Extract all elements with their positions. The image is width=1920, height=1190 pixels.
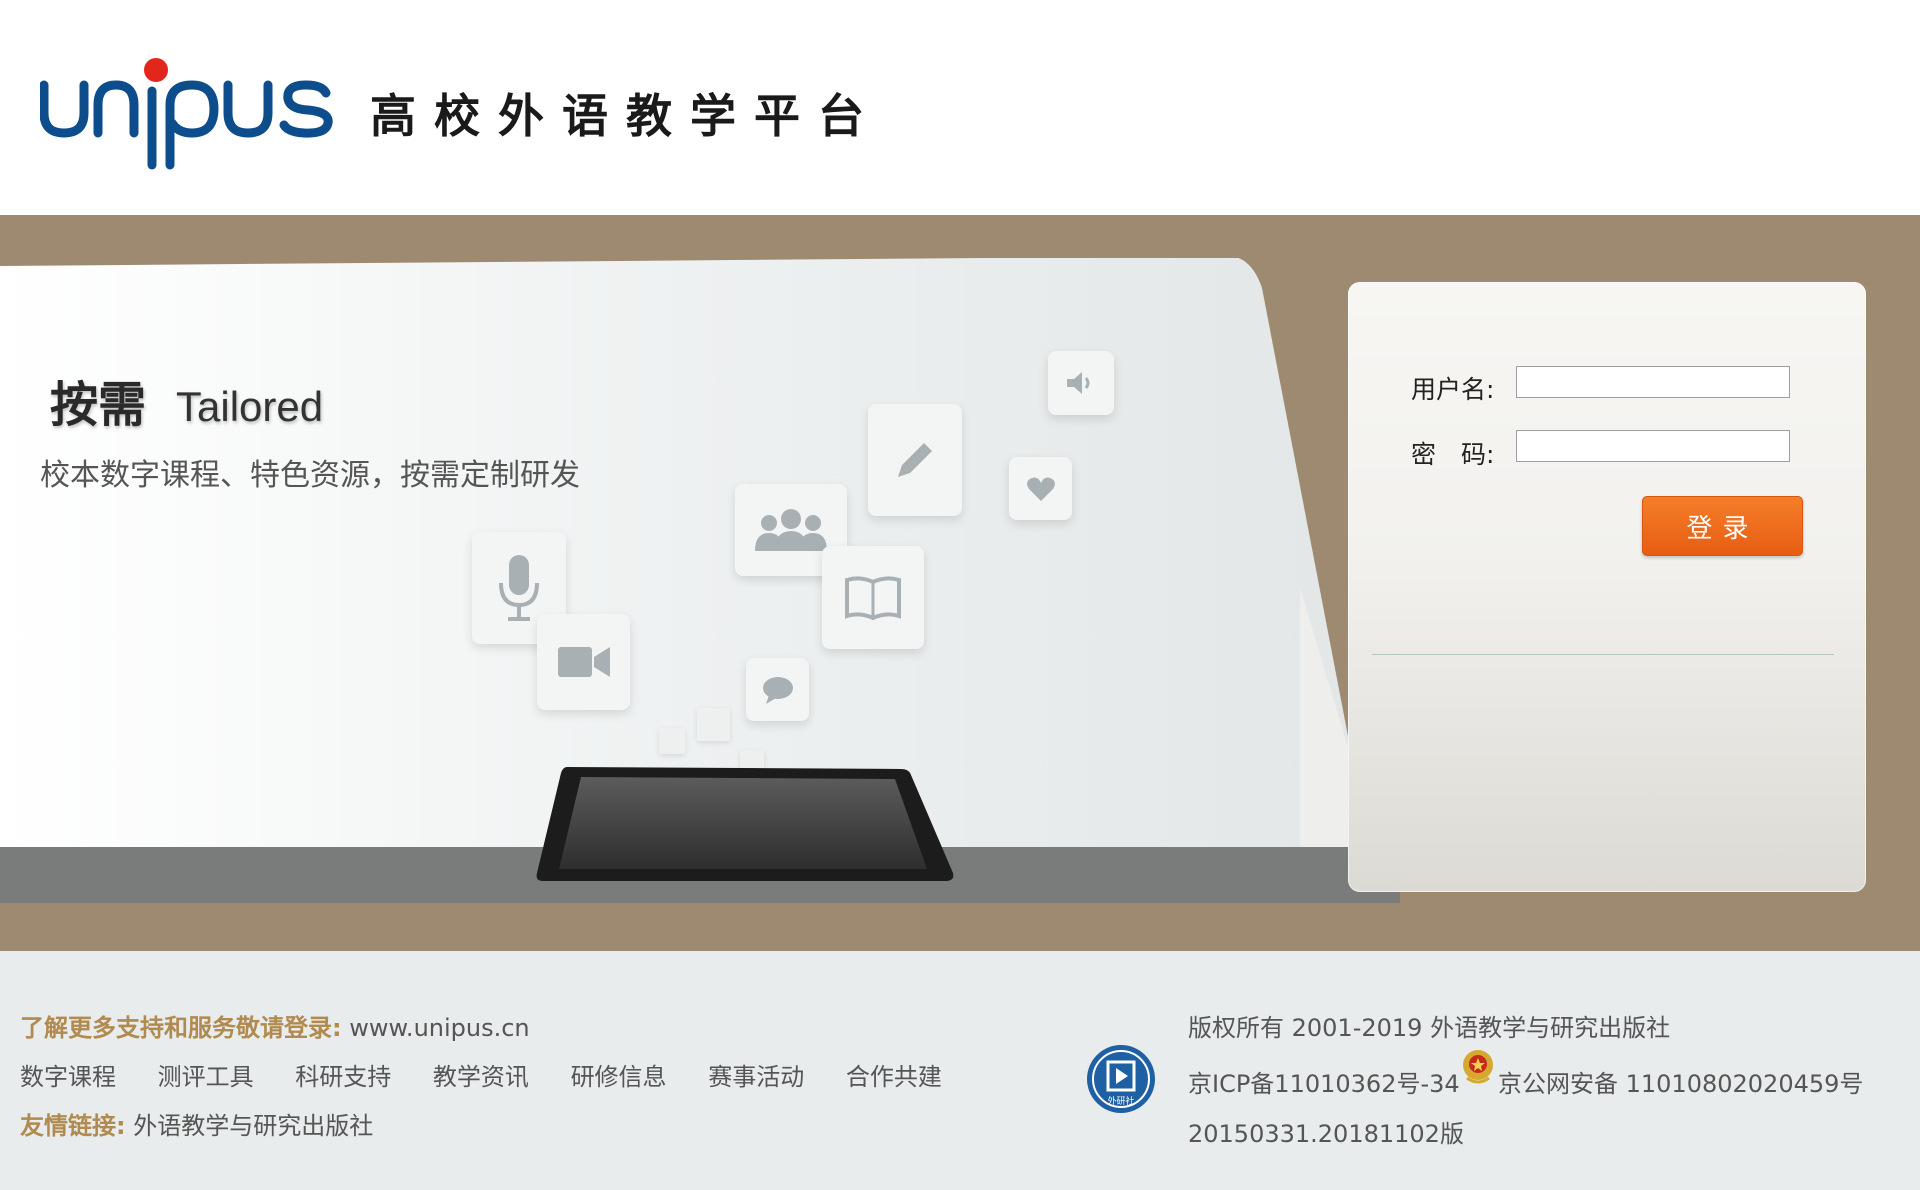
police-record-link[interactable]: 京公网安备 11010802020459号 (1498, 1064, 1863, 1099)
password-label: 密 码: (1411, 440, 1495, 469)
username-label: 用户名: (1411, 375, 1495, 404)
footer-nav-cooperation[interactable]: 合作共建 (846, 1063, 942, 1091)
password-input[interactable] (1516, 430, 1790, 462)
police-badge-icon (1461, 1048, 1495, 1086)
panel-divider (1372, 654, 1834, 655)
footer-nav-assessment-tools[interactable]: 测评工具 (158, 1063, 254, 1091)
seal-text: 外研社 (1107, 1095, 1134, 1107)
friend-link-fltrp[interactable]: 外语教学与研究出版社 (133, 1112, 373, 1140)
platform-title: 高校外语教学平台 (370, 89, 882, 143)
fltrp-seal-icon: 外研社 (1086, 1040, 1156, 1118)
footer-nav-competitions[interactable]: 赛事活动 (708, 1063, 804, 1091)
copyright-text: 版权所有 2001-2019 外语教学与研究出版社 (1188, 1014, 1671, 1042)
group-icon (755, 509, 827, 551)
login-button[interactable]: 登录 (1642, 496, 1803, 556)
header: 高校外语教学平台 (0, 0, 1920, 215)
support-prefix: 了解更多支持和服务敬请登录: (20, 1014, 342, 1042)
footer-nav: 数字课程 测评工具 科研支持 教学资讯 研修信息 赛事活动 合作共建 (20, 1057, 976, 1092)
slogan-subtitle: 校本数字课程、特色资源，按需定制研发 (40, 458, 580, 493)
slogan-cn: 按需 (50, 377, 147, 433)
icp-line: 京ICP备11010362号-34 (1188, 1064, 1460, 1099)
floating-square (697, 708, 730, 741)
footer-nav-digital-courses[interactable]: 数字课程 (20, 1063, 116, 1091)
speaker-tile (1048, 351, 1114, 415)
version-text: 20150331.20181102版 (1188, 1120, 1464, 1148)
pencil-icon (898, 443, 932, 477)
floating-square (659, 728, 685, 754)
speaker-icon (1067, 372, 1090, 394)
icp-link[interactable]: 京ICP备11010362号-34 (1188, 1070, 1460, 1098)
chat-bubble-icon (762, 676, 793, 704)
tablet-illustration (535, 765, 955, 883)
slogan-en: Tailored (176, 383, 324, 430)
tablet-icon (536, 767, 954, 881)
video-camera-icon (557, 647, 610, 677)
pencil-tile (868, 404, 962, 516)
chat-tile (746, 658, 809, 721)
unipus-logo[interactable] (39, 55, 340, 175)
support-url-link[interactable]: www.unipus.cn (349, 1014, 529, 1042)
book-tile (822, 546, 924, 649)
footer-nav-teaching-news[interactable]: 教学资讯 (433, 1063, 529, 1091)
friend-links-label: 友情链接: (20, 1112, 126, 1140)
video-tile (537, 614, 630, 710)
footer-nav-training-info[interactable]: 研修信息 (571, 1063, 667, 1091)
footer-nav-research-support[interactable]: 科研支持 (295, 1063, 391, 1091)
support-line: 了解更多支持和服务敬请登录: www.unipus.cn (20, 1008, 530, 1043)
friend-links: 友情链接: 外语教学与研究出版社 (20, 1106, 373, 1141)
heart-icon (1026, 477, 1055, 501)
username-input[interactable] (1516, 366, 1790, 398)
microphone-icon (499, 555, 539, 621)
slogan-title: 按需 Tailored (50, 365, 323, 435)
book-icon (845, 575, 901, 620)
unipus-logo-icon (39, 58, 333, 170)
heart-tile (1009, 457, 1072, 520)
